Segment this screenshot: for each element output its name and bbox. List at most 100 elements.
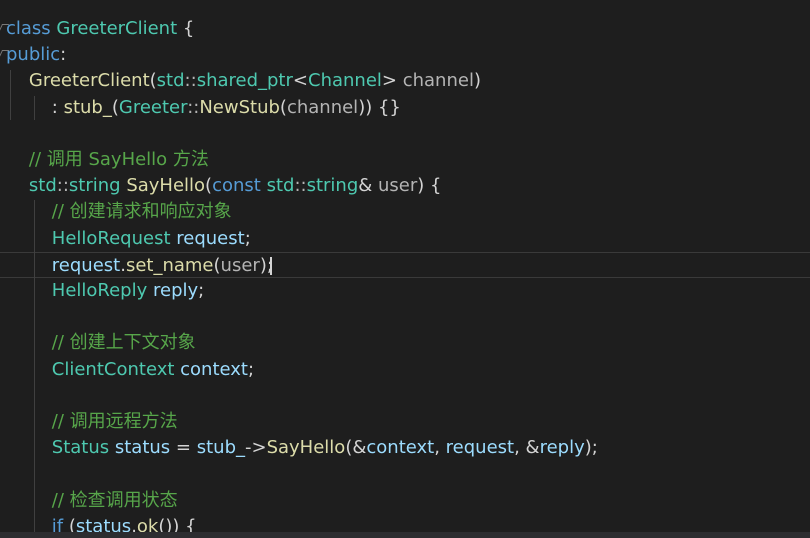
- code-line[interactable]: // 调用 SayHello 方法: [0, 147, 810, 173]
- code-token: GreeterClient: [28, 70, 150, 92]
- code-token: // 调用 SayHello 方法: [28, 149, 209, 170]
- code-token: std: [28, 175, 57, 197]
- code-token: stub_: [196, 437, 245, 459]
- code-token: ;: [198, 280, 205, 301]
- code-token: string: [306, 175, 359, 197]
- code-line[interactable]: // 创建上下文对象: [0, 330, 810, 356]
- code-line[interactable]: // 调用远程方法: [0, 409, 810, 435]
- code-text: HelloReply reply;: [6, 278, 204, 304]
- code-line[interactable]: // 检查调用状态: [0, 488, 810, 514]
- code-token: ,: [434, 437, 446, 459]
- code-token: ;: [244, 227, 251, 249]
- code-token: ): [473, 70, 481, 92]
- code-text: // 创建请求和响应对象: [6, 199, 232, 225]
- code-line[interactable]: [0, 383, 810, 409]
- code-line[interactable]: ClientContext context;: [0, 357, 810, 383]
- code-token: string: [68, 175, 127, 197]
- status-bar: [0, 532, 810, 538]
- code-token: set_name: [125, 254, 214, 276]
- code-line[interactable]: public:: [0, 42, 810, 68]
- code-text: : stub_(Greeter::NewStub(channel)) {}: [6, 95, 401, 121]
- code-text: HelloRequest request;: [6, 226, 251, 252]
- code-token: const: [212, 175, 267, 197]
- code-token: , &: [514, 437, 540, 459]
- code-line[interactable]: Status status = stub_->SayHello(&context…: [0, 435, 810, 461]
- code-token: GreeterClient: [56, 18, 178, 39]
- code-token: channel: [402, 70, 474, 92]
- code-text: class GreeterClient {: [6, 16, 194, 42]
- code-token: std: [266, 175, 295, 197]
- code-token: >: [381, 70, 403, 92]
- indent-guide: [34, 96, 35, 120]
- code-token: channel: [286, 96, 359, 118]
- code-editor[interactable]: class GreeterClient {public: GreeterClie…: [0, 0, 810, 538]
- code-token: );: [584, 437, 598, 459]
- code-token: std: [156, 70, 185, 92]
- code-token: request: [445, 437, 515, 459]
- code-line[interactable]: class GreeterClient {: [0, 16, 810, 42]
- code-token: ::: [187, 96, 200, 118]
- code-line[interactable]: HelloReply reply;: [0, 278, 810, 304]
- code-token: public: [6, 44, 61, 66]
- code-line[interactable]: [0, 121, 810, 147]
- code-text: request.set_name(user);: [6, 253, 273, 279]
- code-line[interactable]: [0, 304, 810, 330]
- code-text: ClientContext context;: [6, 357, 254, 383]
- code-token: request: [176, 227, 245, 249]
- code-token: (: [111, 96, 119, 118]
- code-token: <: [292, 70, 308, 92]
- code-token: class: [6, 18, 57, 39]
- code-token: // 创建请求和响应对象: [51, 201, 232, 223]
- code-token: context: [366, 437, 435, 459]
- code-line[interactable]: request.set_name(user);: [0, 251, 810, 279]
- code-token: user: [378, 175, 418, 197]
- indent-guide: [10, 70, 11, 120]
- code-token: request: [51, 254, 121, 276]
- code-token: SayHello: [126, 175, 206, 197]
- code-line[interactable]: : stub_(Greeter::NewStub(channel)) {}: [0, 95, 810, 121]
- indent-guide: [34, 200, 35, 538]
- code-line[interactable]: GreeterClient(std::shared_ptr<Channel> c…: [0, 68, 810, 94]
- code-line[interactable]: std::string SayHello(const std::string& …: [0, 173, 810, 199]
- code-token: Status: [51, 437, 115, 459]
- code-token: reply: [152, 280, 199, 301]
- code-token: // 检查调用状态: [51, 489, 178, 511]
- code-token: NewStub: [199, 96, 280, 118]
- code-text: public:: [6, 42, 66, 68]
- code-token: // 调用远程方法: [51, 411, 178, 432]
- code-token: {: [177, 18, 195, 39]
- code-line[interactable]: HelloRequest request;: [0, 226, 810, 252]
- code-line[interactable]: // 创建请求和响应对象: [0, 199, 810, 225]
- code-token: :: [60, 44, 67, 66]
- text-cursor: [270, 256, 272, 275]
- code-token: &: [358, 175, 379, 197]
- code-token: stub_: [63, 96, 112, 118]
- code-token: ) {: [417, 175, 442, 197]
- code-token: ::: [184, 70, 197, 92]
- code-token: status: [114, 437, 171, 459]
- code-token: )) {}: [358, 96, 401, 118]
- code-token: // 创建上下文对象: [51, 332, 196, 354]
- code-text: // 调用 SayHello 方法: [6, 147, 209, 173]
- code-token: SayHello: [266, 437, 346, 459]
- code-token: Channel: [308, 70, 382, 92]
- code-token: ClientContext: [51, 358, 181, 380]
- code-token: (: [279, 96, 287, 118]
- code-line[interactable]: [0, 461, 810, 487]
- code-token: ::: [294, 175, 307, 197]
- code-text: // 检查调用状态: [6, 488, 178, 514]
- code-text: GreeterClient(std::shared_ptr<Channel> c…: [6, 68, 481, 94]
- code-token: HelloReply: [51, 280, 153, 301]
- code-token: Greeter: [118, 96, 188, 118]
- code-text: std::string SayHello(const std::string& …: [6, 173, 442, 199]
